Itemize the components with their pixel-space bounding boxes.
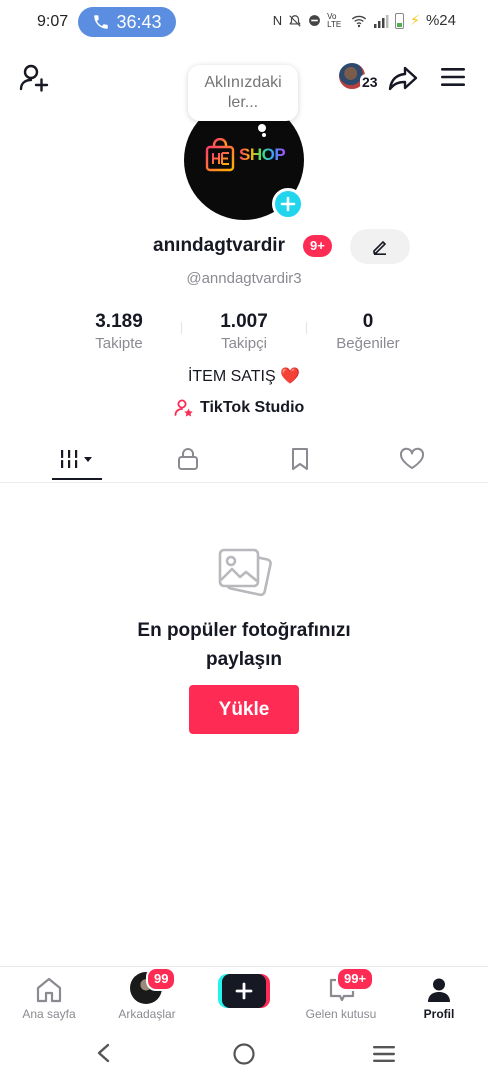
- active-tab-indicator: [52, 478, 102, 480]
- signal-icon: [374, 14, 389, 28]
- ongoing-call-pill[interactable]: 36:43: [78, 7, 176, 37]
- tiktok-studio-link[interactable]: TikTok Studio: [174, 398, 304, 418]
- nav-home-label: Ana sayfa: [22, 1007, 76, 1021]
- nav-inbox-label: Gelen kutusu: [305, 1007, 377, 1021]
- battery-icon: [395, 12, 405, 29]
- empty-state-title: En popüler fotoğrafınızı paylaşın: [0, 616, 488, 674]
- home-icon: [36, 977, 62, 1003]
- mute-icon: [289, 14, 301, 27]
- username-badge[interactable]: 9+: [303, 235, 332, 257]
- profile-bio: İTEM SATIŞ ❤️: [0, 366, 488, 386]
- status-icons: N Vo LTE ⚡ %24: [273, 12, 456, 29]
- profile-handle: @anndagtvardir3: [186, 270, 302, 287]
- battery-percent: %24: [425, 12, 456, 29]
- nfc-icon: N: [272, 13, 283, 28]
- stat-divider: [181, 322, 182, 334]
- stat-following[interactable]: 3.189 Takipte: [59, 311, 179, 352]
- nav-home[interactable]: Ana sayfa: [0, 967, 98, 1027]
- volte-icon: Vo LTE: [327, 11, 342, 29]
- nav-profile[interactable]: Profil: [390, 967, 488, 1027]
- tab-liked[interactable]: [378, 436, 446, 482]
- home-button-icon[interactable]: [232, 1042, 256, 1066]
- create-post-button[interactable]: [218, 974, 270, 1008]
- bubble-tail-small: [262, 133, 266, 137]
- empty-state-title-line2: paylaşın: [205, 649, 283, 670]
- tab-posts-grid[interactable]: [42, 436, 112, 482]
- empty-state-title-line1: En popüler fotoğrafınızı: [137, 620, 351, 641]
- lock-icon: [178, 448, 198, 470]
- status-time: 9:07: [37, 13, 69, 30]
- share-icon[interactable]: [387, 62, 419, 94]
- heart-emoji: ❤️: [280, 368, 301, 385]
- bookmark-icon: [292, 448, 308, 470]
- status-note-bubble[interactable]: Aklınızdaki ler...: [188, 65, 298, 121]
- add-friend-icon[interactable]: [18, 62, 50, 94]
- wifi-icon: [352, 15, 367, 27]
- photos-icon: [218, 548, 272, 597]
- friends-badge: 99: [146, 967, 177, 991]
- dnd-icon: [309, 15, 321, 26]
- plus-icon: [280, 196, 296, 212]
- phone-icon: [94, 15, 109, 29]
- edit-profile-button[interactable]: [350, 229, 410, 264]
- shop-logo: SHOP: [204, 138, 286, 172]
- visitor-count: 23: [360, 74, 380, 90]
- studio-link-label: TikTok Studio: [200, 399, 305, 416]
- status-bar: 9:07 36:43 N Vo LTE ⚡ %24: [0, 0, 488, 44]
- profile-username: anındagtvardir: [153, 235, 285, 256]
- inbox-badge: 99+: [336, 967, 375, 991]
- add-story-button[interactable]: [272, 188, 304, 220]
- stat-following-label: Takipte: [95, 335, 143, 352]
- stat-likes[interactable]: 0 Beğeniler: [308, 311, 428, 352]
- stat-followers-label: Takipçi: [221, 335, 267, 352]
- tab-private[interactable]: [154, 436, 222, 482]
- studio-user-star-icon: [174, 399, 193, 417]
- stat-likes-label: Beğeniler: [336, 335, 400, 352]
- profile-icon: [428, 978, 450, 1002]
- stat-followers[interactable]: 1.007 Takipçi: [184, 311, 304, 352]
- stat-divider: [306, 322, 307, 334]
- heart-icon: [399, 447, 425, 469]
- nav-profile-label: Profil: [423, 1007, 455, 1021]
- recents-menu-icon[interactable]: [372, 1045, 396, 1063]
- stat-followers-value: 1.007: [220, 311, 268, 332]
- stat-likes-value: 0: [362, 311, 374, 332]
- bubble-tail: [258, 124, 266, 132]
- upload-button[interactable]: Yükle: [189, 685, 299, 734]
- system-navigation-bar: [0, 1026, 488, 1080]
- charging-icon: ⚡: [410, 12, 420, 28]
- pencil-icon: [373, 240, 386, 255]
- call-timer: 36:43: [116, 11, 162, 32]
- shopping-bag-icon: [205, 138, 235, 172]
- menu-icon[interactable]: [440, 66, 466, 88]
- profile-content-tabs: [0, 436, 488, 483]
- nav-friends-label: Arkadaşlar: [118, 1007, 176, 1021]
- tab-saved[interactable]: [266, 436, 334, 482]
- bio-text: İTEM SATIŞ: [187, 368, 276, 385]
- create-button-core: [222, 974, 266, 1008]
- friend-visitors-button[interactable]: 23: [338, 62, 380, 90]
- shop-logo-text: SHOP: [239, 145, 286, 164]
- back-icon[interactable]: [94, 1042, 114, 1064]
- grid-icon: [59, 450, 92, 468]
- plus-icon: [235, 982, 253, 1000]
- stat-following-value: 3.189: [95, 311, 143, 332]
